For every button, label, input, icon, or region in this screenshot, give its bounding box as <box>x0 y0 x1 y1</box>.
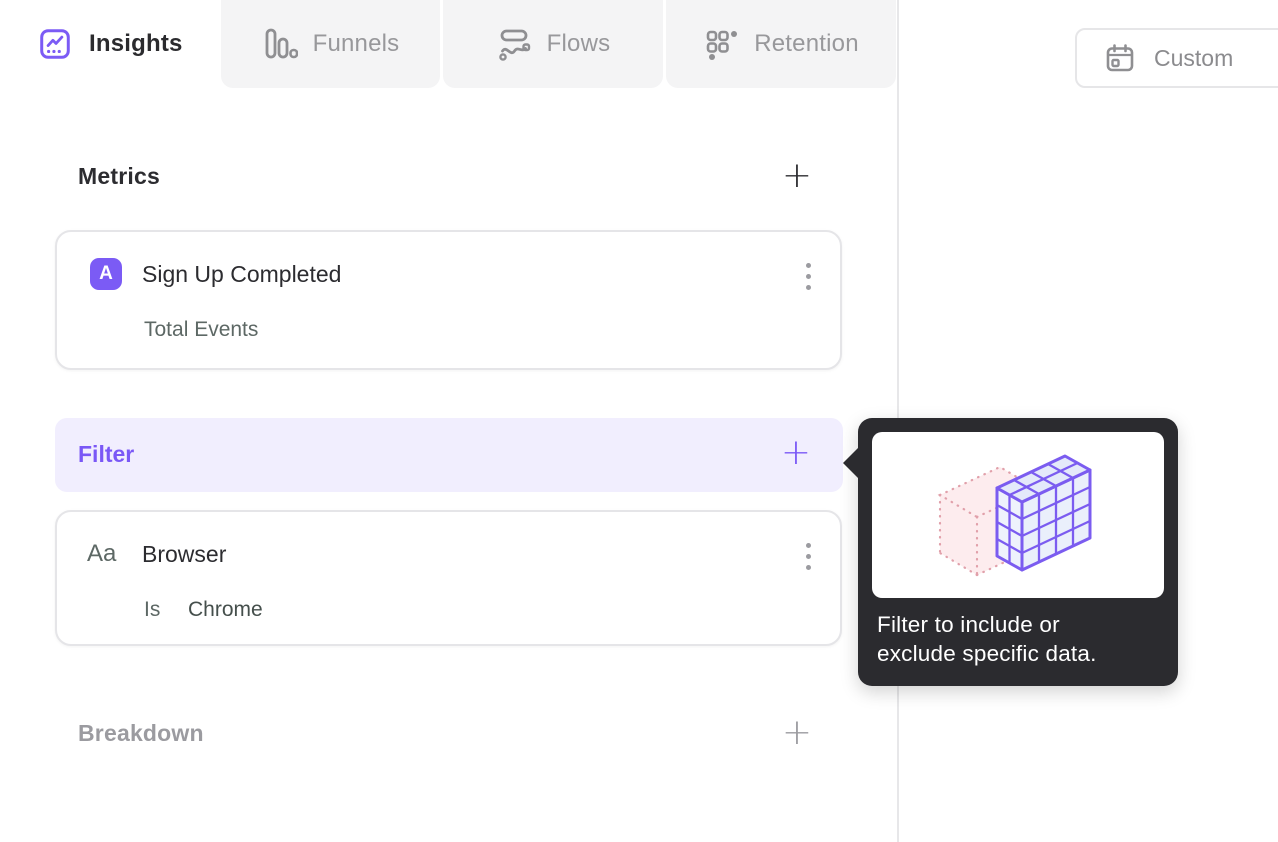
kebab-menu-icon[interactable] <box>798 258 818 294</box>
calendar-icon <box>1106 44 1134 72</box>
date-range-label: Custom <box>1154 44 1234 71</box>
metrics-section-title: Metrics <box>78 163 160 189</box>
filter-section-row[interactable]: Filter + <box>55 418 843 492</box>
filter-tooltip: Filter to include or exclude specific da… <box>843 418 1178 686</box>
date-range-custom-button[interactable]: Custom <box>1075 28 1278 88</box>
flows-wave-icon <box>498 29 530 61</box>
tab-retention[interactable]: Retention <box>666 0 896 88</box>
metric-aggregation[interactable]: Total Events <box>144 318 258 342</box>
tab-insights-label: Insights <box>89 30 183 57</box>
metric-event-name[interactable]: Sign Up Completed <box>142 261 341 288</box>
add-breakdown-button[interactable]: + <box>780 715 814 752</box>
filter-operator[interactable]: Is <box>144 598 160 622</box>
tooltip-text: Filter to include or exclude specific da… <box>877 612 1097 666</box>
filter-cubes-illustration <box>872 432 1164 598</box>
app-window: Insights Funnels Flows Retention Custom … <box>0 0 1278 842</box>
tab-flows-label: Flows <box>546 30 611 57</box>
add-filter-button[interactable]: + <box>779 435 813 472</box>
tab-funnels-label: Funnels <box>312 30 400 57</box>
breakdown-section-title: Breakdown <box>78 720 204 746</box>
funnels-bars-icon <box>265 28 298 59</box>
tab-retention-label: Retention <box>754 30 859 57</box>
metric-series-badge: A <box>90 258 122 290</box>
tab-insights[interactable]: Insights <box>0 0 218 88</box>
tooltip-arrow <box>843 447 859 479</box>
filter-condition-card[interactable]: Aa Browser Is Chrome <box>55 510 842 646</box>
metric-card[interactable]: A Sign Up Completed Total Events <box>55 230 842 370</box>
insights-chart-icon <box>40 29 70 59</box>
retention-dots-icon <box>706 30 738 60</box>
filter-section-title: Filter <box>78 441 135 467</box>
tab-flows[interactable]: Flows <box>443 0 663 88</box>
kebab-menu-icon[interactable] <box>798 538 818 574</box>
string-property-icon: Aa <box>87 540 117 567</box>
filter-value[interactable]: Chrome <box>188 598 263 622</box>
tab-funnels[interactable]: Funnels <box>221 0 440 88</box>
filter-property-name[interactable]: Browser <box>142 541 226 568</box>
add-metric-button[interactable]: + <box>780 158 814 195</box>
